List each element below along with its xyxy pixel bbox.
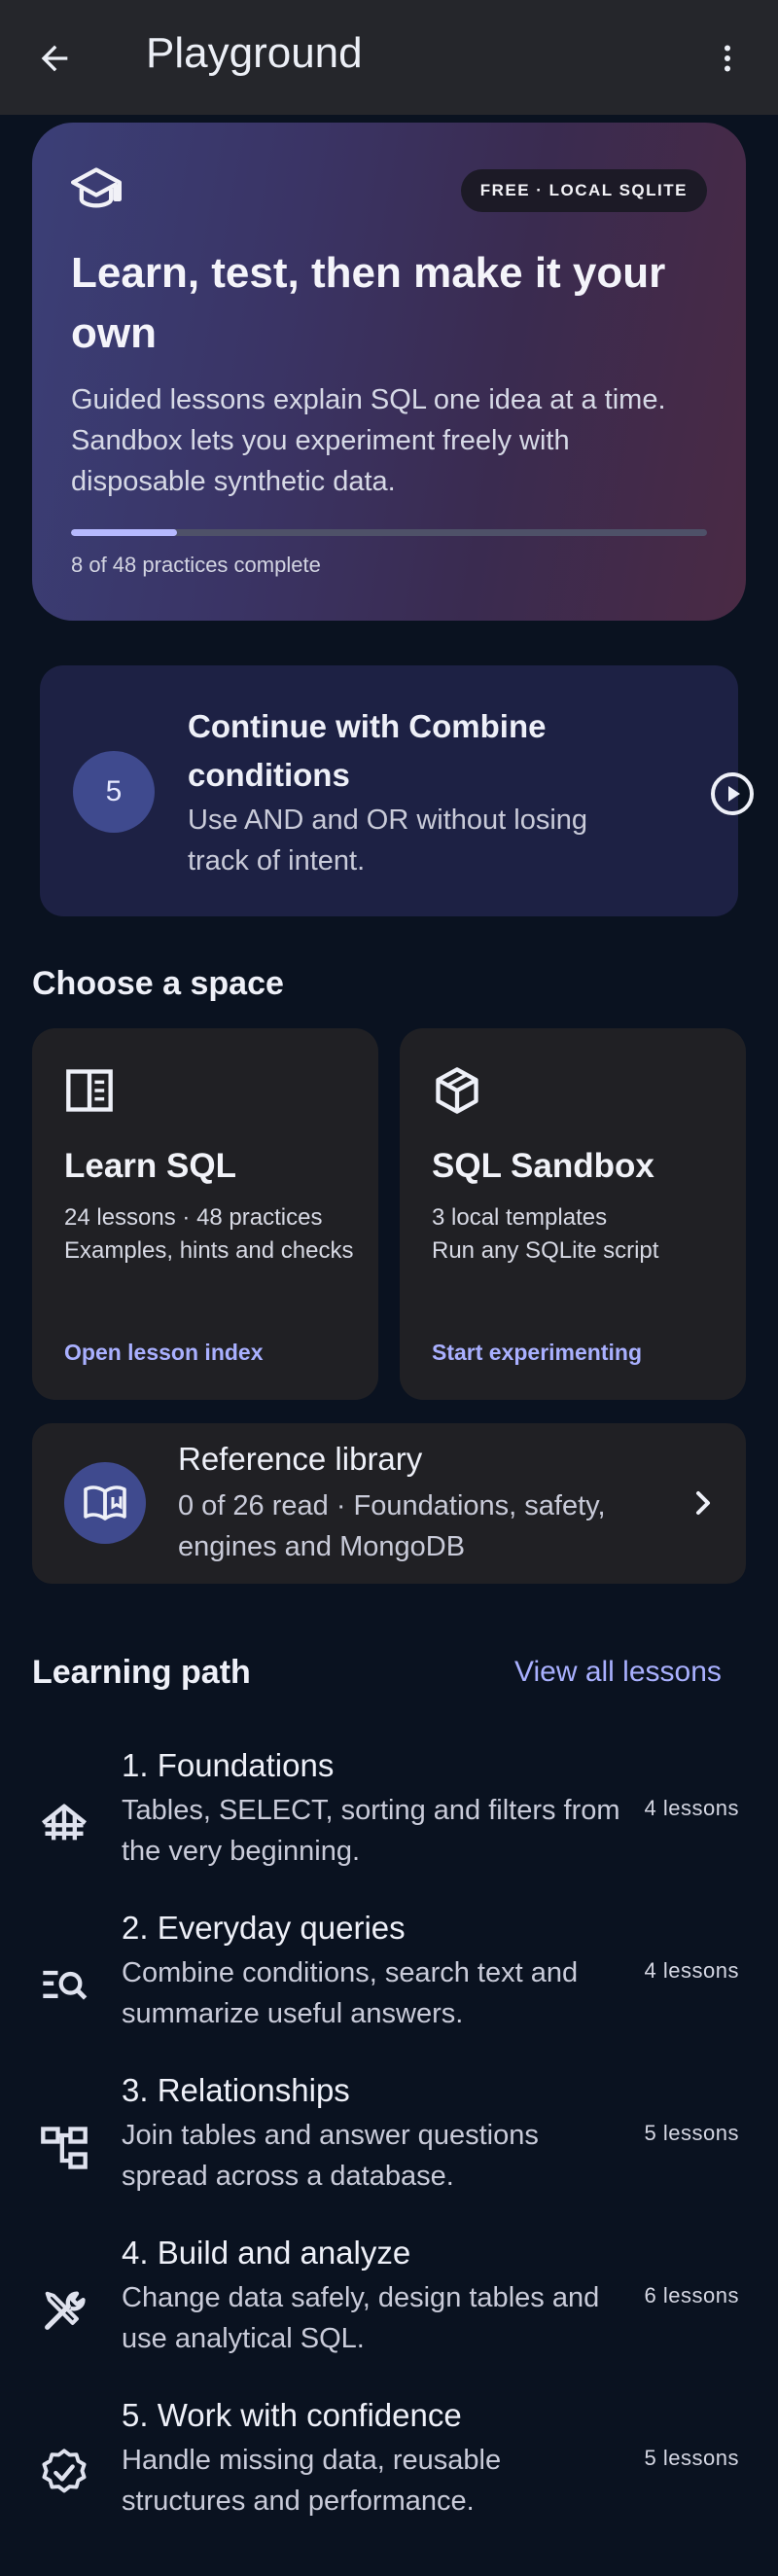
cube-icon: [436, 1067, 478, 1114]
more-vert-icon: [725, 45, 730, 72]
reference-icon-badge: [64, 1462, 146, 1544]
app-bar: Playground: [0, 0, 778, 115]
path-item-title: 4. Build and analyze: [122, 2235, 411, 2271]
view-all-lessons-link[interactable]: View all lessons: [514, 1656, 722, 1689]
path-item-title: 2. Everyday queries: [122, 1910, 406, 1946]
learning-path-heading: Learning path: [32, 1654, 251, 1691]
card-line-2: Examples, hints and checks: [64, 1237, 354, 1264]
reference-library-card[interactable]: Reference library 0 of 26 read · Foundat…: [32, 1423, 746, 1584]
manage-search-icon: [43, 1970, 88, 2000]
progress-fill: [71, 529, 178, 536]
learn-sql-card[interactable]: Learn SQL 24 lessons · 48 practices Exam…: [32, 1028, 378, 1400]
account-tree-icon: [41, 2127, 88, 2169]
more-options-button[interactable]: [710, 35, 745, 82]
path-item-title: 3. Relationships: [122, 2072, 350, 2108]
path-item-relationships[interactable]: 3. Relationships Join tables and answer …: [0, 2072, 778, 2218]
card-line-1: 3 local templates: [432, 1204, 608, 1231]
tools-icon: [45, 2291, 86, 2330]
path-item-title: 5. Work with confidence: [122, 2397, 462, 2433]
progress-text: 8 of 48 practices complete: [71, 553, 321, 577]
path-item-work-with-confidence[interactable]: 5. Work with confidence Handle missing d…: [0, 2397, 778, 2543]
path-item-everyday-queries[interactable]: 2. Everyday queries Combine conditions, …: [0, 1910, 778, 2056]
reference-subtitle: 0 of 26 read · Foundations, safety, engi…: [178, 1490, 606, 1562]
lesson-number-badge: 5: [73, 751, 155, 833]
path-item-subtitle: Change data safely, design tables and us…: [122, 2282, 600, 2354]
play-circle-icon[interactable]: [709, 770, 756, 817]
book-open-icon: [66, 1069, 113, 1112]
choose-space-heading: Choose a space: [32, 965, 284, 1002]
continue-lesson-card[interactable]: 5 Continue with Combine conditions Use A…: [40, 665, 754, 916]
continue-title: Continue with Combine conditions: [188, 708, 547, 793]
continue-subtitle: Use AND and OR without losing track of i…: [188, 805, 588, 877]
page-title: Playground: [146, 29, 363, 77]
open-lesson-index-link[interactable]: Open lesson index: [64, 1340, 264, 1366]
graduation-cap-icon: [71, 167, 122, 208]
map-book-icon: [84, 1485, 126, 1521]
lesson-count: 6 lessons: [644, 2283, 739, 2308]
card-title: Learn SQL: [64, 1147, 236, 1185]
card-line-2: Run any SQLite script: [432, 1237, 659, 1264]
path-item-subtitle: Handle missing data, reusable structures…: [122, 2445, 502, 2517]
card-line-1: 24 lessons · 48 practices: [64, 1204, 323, 1231]
hero-description: Guided lessons explain SQL one idea at a…: [71, 384, 666, 497]
start-experimenting-link[interactable]: Start experimenting: [432, 1340, 642, 1366]
card-title: SQL Sandbox: [432, 1147, 654, 1185]
lesson-count: 5 lessons: [644, 2121, 739, 2145]
lesson-count: 4 lessons: [644, 1796, 739, 1820]
path-item-title: 1. Foundations: [122, 1747, 335, 1783]
status-badge: FREE · LOCAL SQLITE: [460, 169, 707, 212]
foundation-icon: [41, 1804, 88, 1841]
verified-icon: [42, 2449, 87, 2493]
hero-card: FREE · LOCAL SQLITE Learn, test, then ma…: [32, 123, 746, 621]
lesson-count: 5 lessons: [644, 2446, 739, 2470]
path-item-subtitle: Combine conditions, search text and summ…: [122, 1957, 579, 2029]
chevron-right-icon: [696, 1491, 710, 1515]
reference-title: Reference library: [178, 1441, 423, 1477]
back-button[interactable]: [29, 33, 80, 84]
arrow-left-icon: [41, 45, 68, 72]
path-item-subtitle: Join tables and answer questions spread …: [122, 2120, 539, 2192]
path-item-build-and-analyze[interactable]: 4. Build and analyze Change data safely,…: [0, 2235, 778, 2380]
lesson-count: 4 lessons: [644, 1958, 739, 1983]
hero-headline: Learn, test, then make it your own: [71, 249, 666, 357]
progress-bar: [71, 529, 707, 536]
sql-sandbox-card[interactable]: SQL Sandbox 3 local templates Run any SQ…: [400, 1028, 746, 1400]
path-item-foundations[interactable]: 1. Foundations Tables, SELECT, sorting a…: [0, 1747, 778, 1893]
path-item-subtitle: Tables, SELECT, sorting and filters from…: [122, 1795, 620, 1867]
